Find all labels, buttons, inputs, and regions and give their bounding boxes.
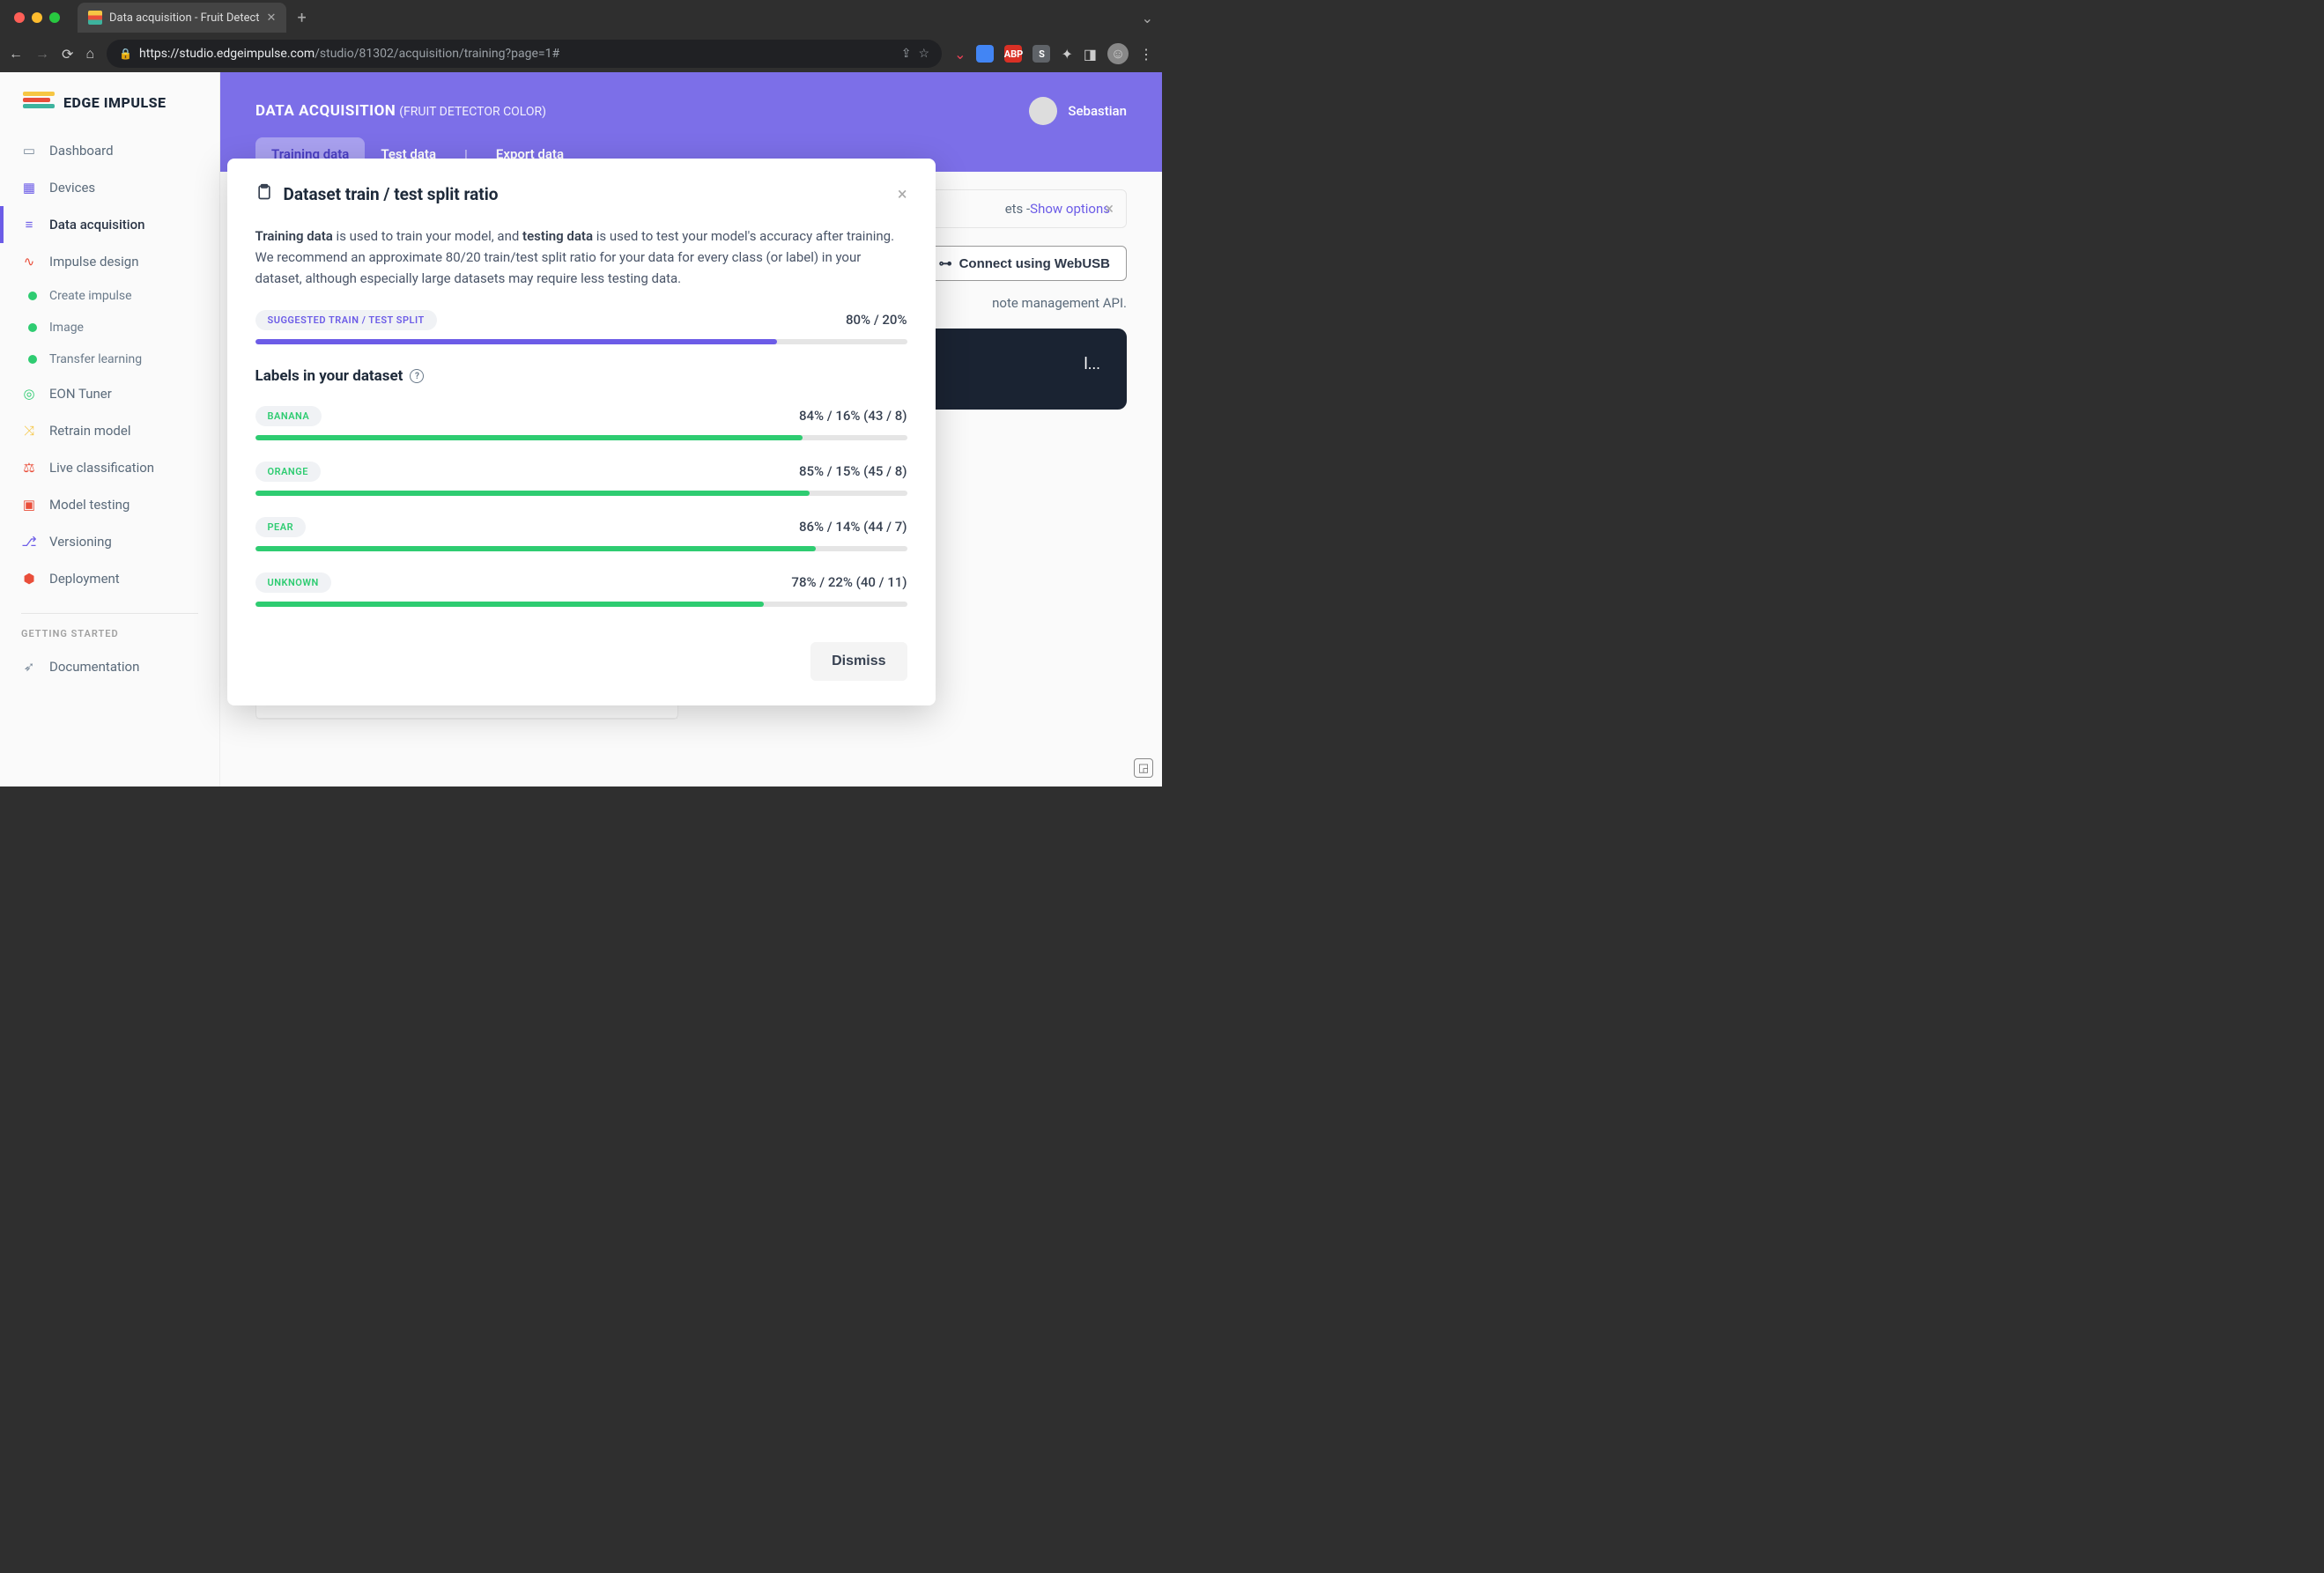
label-progress [255, 546, 907, 551]
sidepanel-icon[interactable]: ◨ [1084, 46, 1097, 63]
maximize-window-icon[interactable] [49, 12, 60, 23]
browser-toolbar: ← → ⟳ ⌂ 🔒 https://studio.edgeimpulse.com… [0, 35, 1162, 72]
label-badge: UNKNOWN [255, 572, 331, 593]
suggested-split-section: SUGGESTED TRAIN / TEST SPLIT 80% / 20% [255, 310, 907, 344]
progress-fill [255, 546, 816, 551]
forward-button[interactable]: → [35, 45, 49, 63]
labels-heading: Labels in your dataset ? [255, 367, 907, 385]
extension-icon-abp[interactable]: ABP [1004, 45, 1022, 63]
reload-button[interactable]: ⟳ [62, 46, 73, 63]
pocket-icon[interactable]: ⌄ [954, 46, 966, 63]
modal-title: Dataset train / test split ratio [284, 184, 499, 204]
extensions-icon[interactable]: ✦ [1061, 46, 1072, 63]
back-button[interactable]: ← [9, 45, 23, 63]
suggested-progress [255, 339, 907, 344]
label-ratio: 78% / 22% (40 / 11) [791, 574, 907, 590]
profile-avatar[interactable]: ☺ [1107, 43, 1129, 64]
favicon-icon [88, 11, 102, 25]
label-badge: BANANA [255, 406, 322, 426]
tab-title: Data acquisition - Fruit Detect [109, 11, 260, 25]
suggested-split-ratio: 80% / 20% [846, 312, 907, 328]
star-icon[interactable]: ☆ [919, 47, 930, 61]
minimize-window-icon[interactable] [32, 12, 42, 23]
extension-icon-s[interactable]: S [1032, 45, 1050, 63]
modal-body-text: Training data is used to train your mode… [255, 225, 907, 289]
label-split-row: BANANA 84% / 16% (43 / 8) [255, 406, 907, 440]
modal-header: Dataset train / test split ratio × [255, 183, 907, 204]
menu-icon[interactable]: ⋮ [1139, 46, 1153, 63]
label-split-row: PEAR 86% / 14% (44 / 7) [255, 517, 907, 551]
tabs-dropdown-icon[interactable]: ⌄ [1142, 10, 1153, 26]
new-tab-button[interactable]: + [297, 9, 306, 27]
home-button[interactable]: ⌂ [85, 45, 94, 63]
label-ratio: 84% / 16% (43 / 8) [799, 408, 907, 424]
browser-tab[interactable]: Data acquisition - Fruit Detect ✕ [78, 3, 286, 33]
url-text: https://studio.edgeimpulse.com/studio/81… [139, 47, 559, 61]
close-tab-icon[interactable]: ✕ [267, 11, 277, 25]
label-ratio: 85% / 15% (45 / 8) [799, 463, 907, 479]
help-icon[interactable]: ? [410, 369, 424, 383]
label-progress [255, 602, 907, 607]
close-window-icon[interactable] [14, 12, 25, 23]
label-split-row: UNKNOWN 78% / 22% (40 / 11) [255, 572, 907, 607]
lock-icon: 🔒 [119, 48, 132, 60]
clipboard-icon [255, 183, 273, 204]
window-controls[interactable] [14, 12, 60, 23]
label-split-row: ORANGE 85% / 15% (45 / 8) [255, 462, 907, 496]
label-badge: PEAR [255, 517, 307, 537]
progress-fill [255, 435, 803, 440]
extension-icons: ⌄ ABP S ✦ ◨ ☺ ⋮ [954, 43, 1153, 64]
modal-overlay: Dataset train / test split ratio × Train… [0, 72, 1162, 786]
address-bar[interactable]: 🔒 https://studio.edgeimpulse.com/studio/… [107, 40, 942, 68]
progress-fill [255, 339, 777, 344]
label-progress [255, 435, 907, 440]
browser-chrome: Data acquisition - Fruit Detect ✕ + ⌄ ← … [0, 0, 1162, 72]
tab-bar: Data acquisition - Fruit Detect ✕ + ⌄ [0, 0, 1162, 35]
modal-close-button[interactable]: × [898, 183, 907, 204]
label-badge: ORANGE [255, 462, 321, 482]
dismiss-button[interactable]: Dismiss [810, 642, 907, 681]
progress-fill [255, 491, 810, 496]
split-ratio-modal: Dataset train / test split ratio × Train… [227, 159, 936, 705]
label-progress [255, 491, 907, 496]
modal-footer: Dismiss [255, 642, 907, 681]
progress-fill [255, 602, 764, 607]
suggested-split-badge: SUGGESTED TRAIN / TEST SPLIT [255, 310, 437, 330]
share-icon[interactable]: ⇪ [901, 47, 912, 61]
extension-icon-blue[interactable] [976, 45, 994, 63]
label-ratio: 86% / 14% (44 / 7) [799, 519, 907, 535]
